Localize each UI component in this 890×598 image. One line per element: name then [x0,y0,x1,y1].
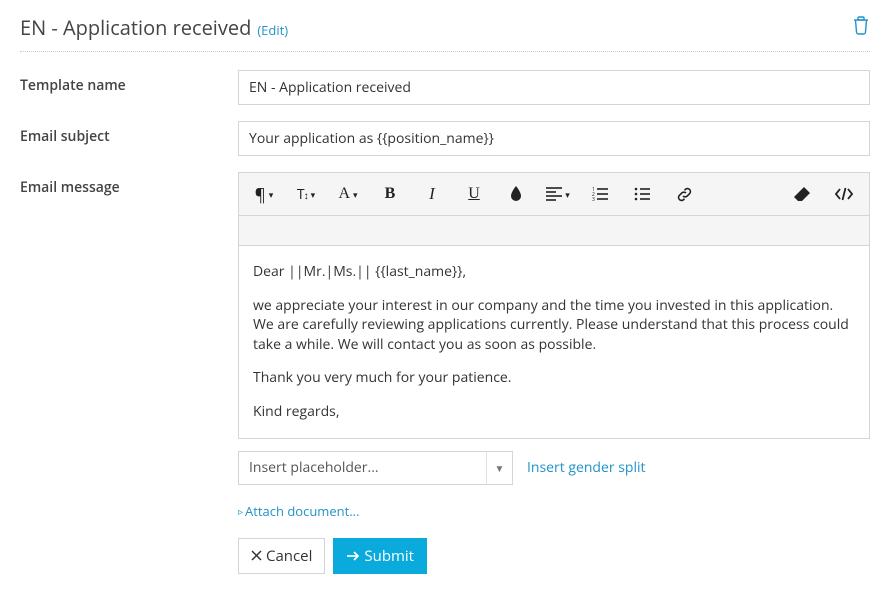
tint-icon [509,186,523,202]
cancel-label: Cancel [266,546,312,566]
unordered-list-icon [634,187,650,201]
code-icon [835,187,853,201]
font-size-icon: T↕ [297,185,308,204]
toolbar-secondary-row [239,216,869,246]
edit-link[interactable]: (Edit) [257,21,288,39]
clear-formatting-button[interactable] [781,173,823,215]
ink-drop-button[interactable] [495,173,537,215]
attach-document-label: Attach document... [245,502,359,520]
email-subject-input[interactable] [238,121,870,156]
page-header: EN - Application received (Edit) [20,14,870,52]
submit-label: Submit [364,546,414,566]
message-paragraph-1: we appreciate your interest in our compa… [253,296,855,355]
template-name-row: Template name [20,70,870,105]
arrow-right-icon [346,550,360,562]
font-size-button[interactable]: T↕▾ [285,173,327,215]
align-button[interactable]: ▾ [537,173,579,215]
insert-link-button[interactable] [663,173,705,215]
font-color-icon: A [338,185,350,203]
svg-text:3: 3 [592,197,595,201]
code-view-button[interactable] [823,173,865,215]
select-value: Insert placeholder... [249,458,379,477]
trash-icon [852,15,870,35]
paragraph-format-button[interactable]: ¶▾ [243,173,285,215]
placeholder-row: Insert placeholder... ▼ Insert gender sp… [238,451,870,485]
message-signoff: Kind regards, [253,402,855,422]
rich-text-editor: ¶▾ T↕▾ A▾ B I U [238,172,870,439]
bold-button[interactable]: B [369,173,411,215]
align-left-icon [546,187,562,201]
submit-button[interactable]: Submit [333,538,427,574]
underline-button[interactable]: U [453,173,495,215]
email-message-row: Email message ¶▾ T↕▾ A▾ B I [20,172,870,574]
triangle-right-icon: ▹ [238,504,243,518]
italic-button[interactable]: I [411,173,453,215]
insert-gender-split-link[interactable]: Insert gender split [527,458,646,477]
unordered-list-button[interactable] [621,173,663,215]
email-subject-label: Email subject [20,121,238,156]
close-icon [251,550,262,561]
message-paragraph-2: Thank you very much for your patience. [253,368,855,388]
italic-icon: I [429,184,435,204]
ordered-list-icon: 123 [592,187,608,201]
attach-document-link[interactable]: ▹ Attach document... [238,502,359,520]
editor-toolbar: ¶▾ T↕▾ A▾ B I U [239,173,869,216]
link-icon [676,186,693,203]
bold-icon: B [385,185,396,203]
ordered-list-button[interactable]: 123 [579,173,621,215]
template-name-label: Template name [20,70,238,105]
cancel-button[interactable]: Cancel [238,538,325,574]
insert-placeholder-select[interactable]: Insert placeholder... ▼ [238,451,513,485]
email-subject-row: Email subject [20,121,870,156]
delete-button[interactable] [852,15,870,35]
action-buttons: Cancel Submit [238,538,870,574]
message-greeting: Dear ||Mr.|Ms.|| {{last_name}}, [253,262,855,282]
email-message-label: Email message [20,172,238,574]
chevron-down-icon: ▼ [486,452,512,484]
pilcrow-icon: ¶ [255,183,266,206]
font-color-button[interactable]: A▾ [327,173,369,215]
underline-icon: U [468,185,480,203]
template-name-input[interactable] [238,70,870,105]
eraser-icon [793,186,811,202]
page-title: EN - Application received [20,14,251,41]
editor-content[interactable]: Dear ||Mr.|Ms.|| {{last_name}}, we appre… [239,246,869,438]
